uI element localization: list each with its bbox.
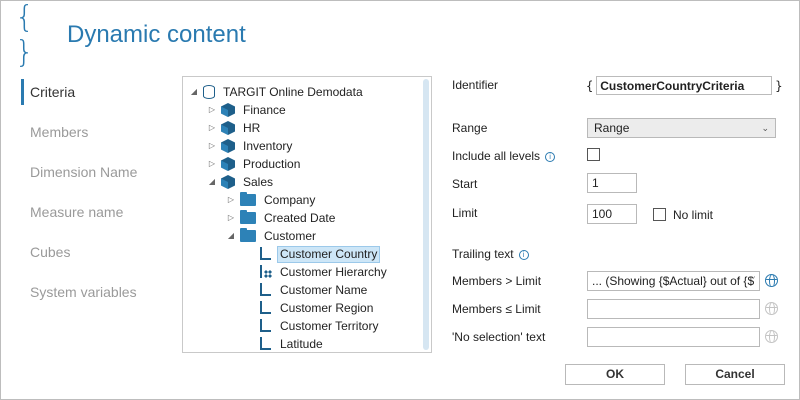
globe-icon[interactable]: [765, 302, 778, 315]
nav-item-system-variables[interactable]: System variables: [21, 277, 161, 317]
folder-icon: [240, 228, 256, 242]
include-all-levels-text: Include all levels: [452, 149, 541, 163]
expand-arrow-icon[interactable]: ▷: [226, 191, 236, 209]
expand-arrow-icon[interactable]: ▷: [207, 119, 217, 137]
nav-item-criteria[interactable]: Criteria: [21, 77, 161, 117]
tree-node-cube[interactable]: ▷ HR: [207, 119, 263, 137]
range-select[interactable]: Range ⌄: [587, 118, 776, 138]
trailing-text-text: Trailing text: [452, 247, 514, 261]
expand-arrow-icon[interactable]: ▷: [226, 209, 236, 227]
curly-braces-icon: { }: [15, 0, 34, 70]
tree-node-root[interactable]: ◢ TARGIT Online Demodata: [189, 83, 366, 101]
include-all-levels-label: Include all levels i: [452, 149, 556, 163]
tree-node-level-selected[interactable]: Customer Country: [258, 245, 381, 263]
tree-node-hierarchy[interactable]: Customer Hierarchy: [258, 263, 390, 281]
members-le-limit-label: Members ≤ Limit: [452, 302, 541, 316]
members-le-limit-input[interactable]: [587, 299, 760, 319]
collapse-arrow-icon[interactable]: ◢: [226, 227, 236, 245]
start-label: Start: [452, 177, 478, 191]
tree-node-cube[interactable]: ▷ Inventory: [207, 137, 295, 155]
range-label: Range: [452, 121, 488, 135]
no-selection-text-input[interactable]: [587, 327, 760, 347]
members-gt-limit-input[interactable]: [587, 271, 760, 291]
no-limit-label: No limit: [673, 208, 714, 222]
close-brace: }: [775, 78, 783, 93]
open-brace: {: [586, 78, 594, 93]
globe-icon[interactable]: [765, 330, 778, 343]
cancel-button[interactable]: Cancel: [685, 364, 785, 385]
database-icon: [203, 85, 215, 99]
side-nav: Criteria Members Dimension Name Measure …: [21, 77, 161, 317]
nav-item-members[interactable]: Members: [21, 117, 161, 157]
cube-icon: [221, 103, 235, 117]
expand-arrow-icon[interactable]: ▷: [207, 101, 217, 119]
level-icon: [258, 301, 272, 315]
tree-node-cube[interactable]: ◢ Sales: [207, 173, 276, 191]
hierarchy-icon: [258, 265, 272, 279]
range-select-value: Range: [594, 121, 630, 135]
include-all-levels-checkbox[interactable]: [587, 148, 600, 161]
tree-node-dimension[interactable]: ▷ Created Date: [226, 209, 338, 227]
tree-node-cube[interactable]: ▷ Production: [207, 155, 303, 173]
no-limit-checkbox[interactable]: [653, 208, 666, 221]
no-selection-text-label: 'No selection' text: [452, 330, 546, 344]
level-icon: [258, 283, 272, 297]
info-icon[interactable]: i: [545, 151, 556, 162]
identifier-label: Identifier: [452, 78, 499, 92]
tree-node-level[interactable]: Customer Region: [258, 299, 376, 317]
tree-node-level[interactable]: Customer Territory: [258, 317, 381, 335]
expand-arrow-icon[interactable]: ▷: [207, 155, 217, 173]
tree-node-level[interactable]: Customer Name: [258, 281, 370, 299]
start-input[interactable]: [587, 173, 637, 193]
limit-input[interactable]: [587, 204, 637, 224]
tree-node-cube[interactable]: ▷ Finance: [207, 101, 289, 119]
cube-icon: [221, 157, 235, 171]
level-icon: [258, 247, 272, 261]
tree-node-dimension[interactable]: ◢ Customer: [226, 227, 319, 245]
nav-item-cubes[interactable]: Cubes: [21, 237, 161, 277]
identifier-input[interactable]: [596, 76, 773, 95]
limit-label: Limit: [452, 206, 478, 220]
dynamic-content-dialog: { } Dynamic content Criteria Members Dim…: [0, 0, 800, 400]
globe-icon[interactable]: [765, 274, 778, 287]
dimension-tree[interactable]: ◢ TARGIT Online Demodata ▷ Finance ▷ HR …: [182, 76, 432, 353]
members-gt-limit-label: Members > Limit: [452, 274, 542, 288]
nav-item-measure-name[interactable]: Measure name: [21, 197, 161, 237]
identifier-field-group: { }: [586, 76, 782, 95]
trailing-text-label: Trailing text i: [452, 247, 529, 261]
tree-node-dimension[interactable]: ▷ Company: [226, 191, 318, 209]
collapse-arrow-icon[interactable]: ◢: [207, 173, 217, 191]
cube-icon: [221, 139, 235, 153]
chevron-down-icon: ⌄: [761, 123, 769, 133]
folder-icon: [240, 192, 256, 206]
tree-scrollbar-thumb[interactable]: [423, 79, 429, 350]
cube-icon: [221, 121, 235, 135]
nav-item-dimension-name[interactable]: Dimension Name: [21, 157, 161, 197]
info-icon[interactable]: i: [518, 249, 529, 260]
level-icon: [258, 319, 272, 333]
tree-node-level[interactable]: Latitude: [258, 335, 326, 352]
dialog-header: { } Dynamic content: [15, 0, 246, 70]
expand-arrow-icon[interactable]: ▷: [207, 137, 217, 155]
tree-scrollbar[interactable]: [423, 79, 429, 350]
collapse-arrow-icon[interactable]: ◢: [189, 83, 199, 101]
folder-icon: [240, 210, 256, 224]
level-icon: [258, 337, 272, 351]
cube-icon: [221, 175, 235, 189]
dialog-title: Dynamic content: [67, 21, 246, 48]
ok-button[interactable]: OK: [565, 364, 665, 385]
